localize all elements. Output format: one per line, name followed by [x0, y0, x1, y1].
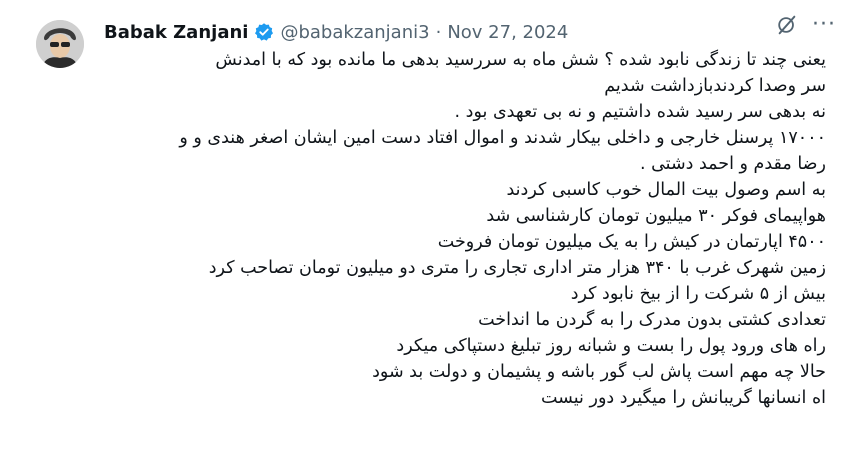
author-name[interactable]: Babak Zanjani	[104, 22, 248, 43]
tweet-line: ۴۵۰۰ اپارتمان در کیش را به یک میلیون توم…	[437, 232, 826, 252]
tweet-line: یعنی چند تا زندگی نابود شده ؟ شش ماه به …	[215, 50, 826, 70]
tweet-line: راه های ورود پول را بست و شبانه روز تبلی…	[396, 336, 826, 356]
tweet-actions: ···	[776, 14, 836, 36]
tweet-line: زمین شهرک غرب با ۳۴۰ هزار متر اداری تجار…	[208, 258, 826, 278]
tweet-line: نه بدهی سر رسید شده داشتیم و نه بی تعهدی…	[454, 102, 826, 122]
grok-icon[interactable]	[776, 14, 798, 36]
tweet-header: Babak Zanjani @babakzanjani3 · Nov 27, 2…	[104, 18, 568, 46]
separator-dot: ·	[435, 21, 442, 43]
tweet-line: رضا مقدم و احمد دشتی .	[639, 154, 826, 174]
profile-photo	[36, 20, 84, 68]
tweet-line: سر وصدا کردندبازداشت شدیم	[604, 76, 826, 96]
more-options-icon[interactable]: ···	[812, 14, 836, 36]
tweet-line: ۱۷۰۰۰ پرسنل خارجی و داخلی بیکار شدند و ا…	[179, 128, 826, 148]
tweet-line: حالا چه مهم است پاش لب گور باشه و پشیمان…	[372, 362, 826, 382]
avatar[interactable]	[36, 20, 84, 68]
tweet-line: بیش از ۵ شرکت را از بیخ نابود کرد	[570, 284, 826, 304]
tweet-line: به اسم وصول بیت المال خوب کاسبی کردند	[506, 180, 827, 200]
verified-badge-icon	[254, 22, 274, 42]
tweet-date[interactable]: Nov 27, 2024	[447, 22, 568, 43]
author-handle[interactable]: @babakzanjani3	[280, 22, 429, 43]
tweet-text: یعنی چند تا زندگی نابود شده ؟ شش ماه به …	[104, 47, 826, 411]
tweet-line: تعدادی کشتی بدون مدرک را به گردن ما اندا…	[478, 310, 826, 330]
tweet-line: اه انسانها گریبانش را میگیرد دور نیست	[540, 388, 826, 408]
tweet-line: هواپیمای فوکر ۳۰ میلیون تومان کارشناسی ش…	[486, 206, 826, 226]
